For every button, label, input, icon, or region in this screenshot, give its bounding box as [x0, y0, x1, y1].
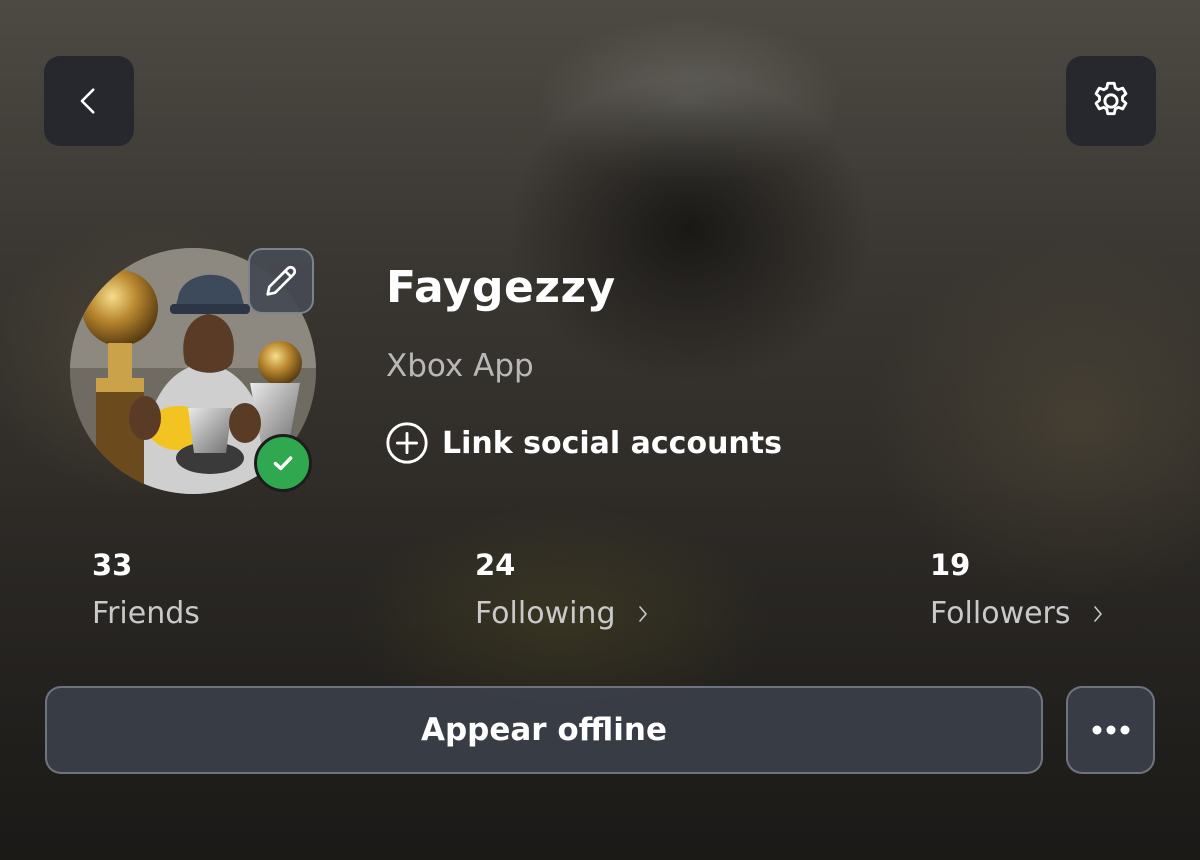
platform-label: Xbox App [386, 348, 534, 384]
pencil-icon [266, 265, 297, 296]
gamertag: Faygezzy [386, 262, 616, 313]
profile-avatar-group [70, 248, 316, 494]
following-label: Following [475, 596, 616, 631]
more-horizontal-icon [1092, 725, 1129, 735]
friends-count: 33 [92, 548, 133, 582]
following-stat[interactable]: 24 Following [475, 548, 652, 631]
following-count: 24 [475, 548, 516, 582]
friends-label: Friends [92, 596, 200, 631]
more-options-button[interactable] [1066, 686, 1155, 774]
checkmark-icon [273, 456, 293, 471]
gear-icon [1094, 81, 1128, 116]
online-status-badge [254, 434, 312, 492]
chevron-left-icon [80, 88, 95, 114]
link-social-accounts-button[interactable]: Link social accounts [384, 420, 782, 466]
followers-stat[interactable]: 19 Followers [930, 548, 1107, 631]
followers-count: 19 [930, 548, 971, 582]
appear-offline-button[interactable]: Appear offline [45, 686, 1043, 774]
back-button[interactable] [44, 56, 134, 146]
chevron-right-icon [1093, 605, 1102, 622]
chevron-right-icon [638, 605, 647, 622]
link-social-accounts-label: Link social accounts [442, 425, 782, 461]
plus-circle-icon [386, 422, 428, 464]
followers-label: Followers [930, 596, 1071, 631]
settings-button[interactable] [1066, 56, 1156, 146]
edit-avatar-button[interactable] [248, 248, 314, 314]
friends-stat: 33 Friends [92, 548, 200, 631]
